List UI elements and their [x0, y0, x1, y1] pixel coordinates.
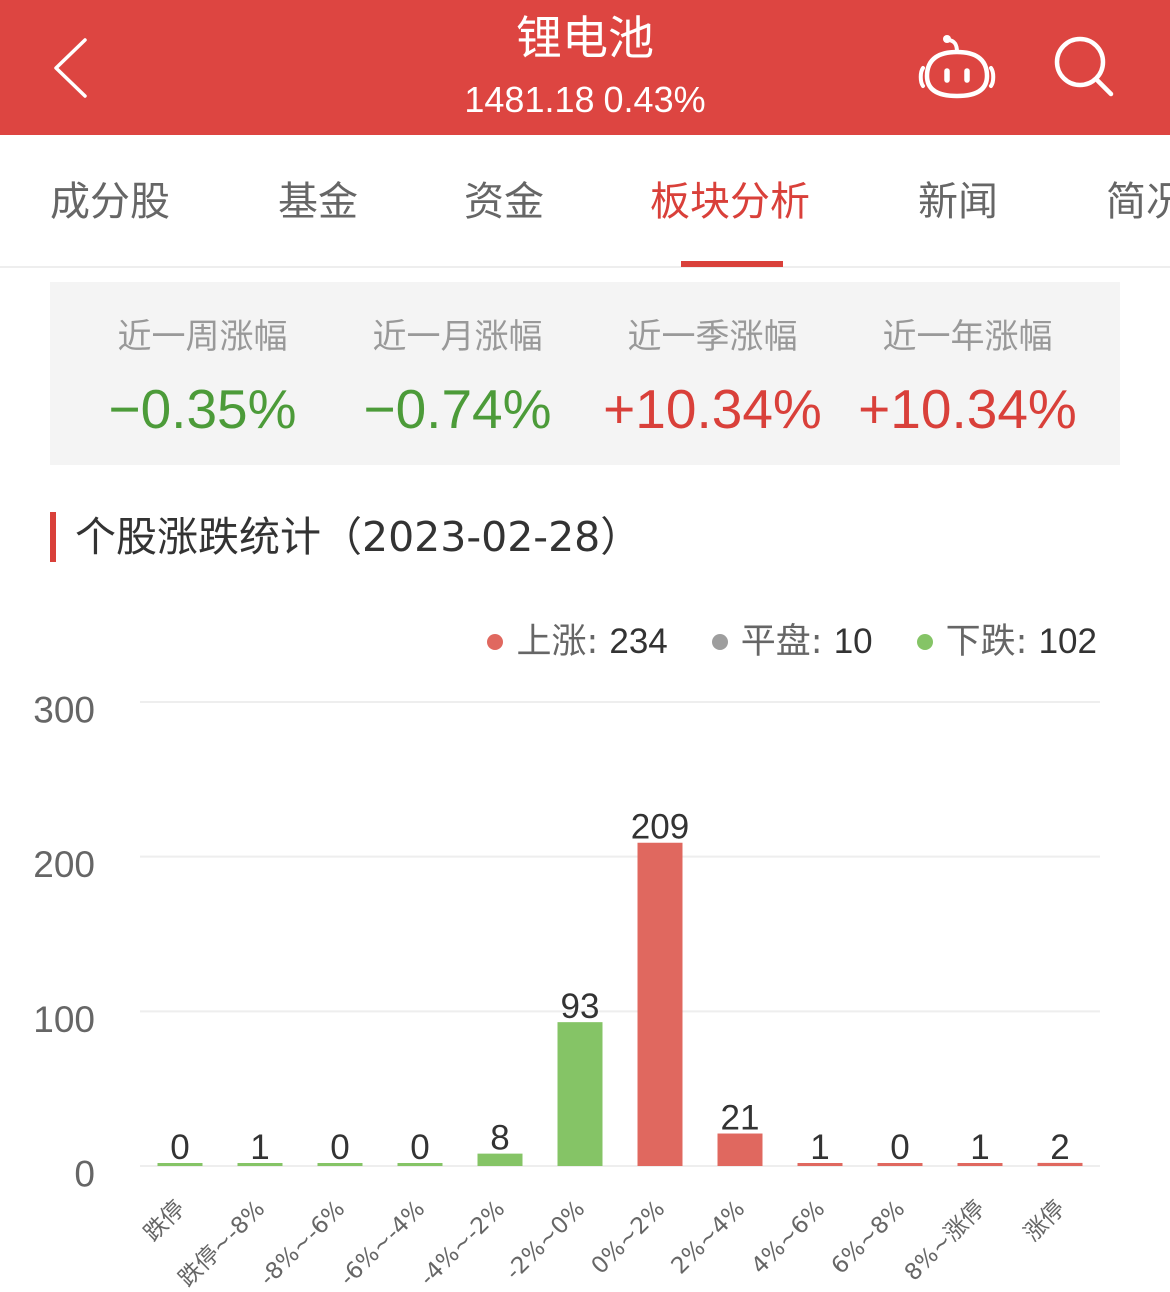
- x-tick-label: -6%~-4%: [335, 1196, 430, 1291]
- chart-legend: 上涨: 234 平盘: 10 下跌: 102: [487, 621, 1097, 663]
- perf-label: 近一周涨幅: [117, 317, 288, 357]
- bar-value-label: 1: [250, 1128, 269, 1167]
- index-change: 0.43%: [603, 79, 706, 120]
- legend-value: 102: [1038, 622, 1097, 661]
- bar-value-label: 0: [890, 1128, 909, 1167]
- bar-value-label: 93: [561, 987, 600, 1026]
- legend-separator: :: [586, 622, 610, 662]
- tab-funds[interactable]: 基金: [278, 181, 358, 223]
- tab-news[interactable]: 新闻: [918, 181, 998, 223]
- x-tick-label: 跌停: [139, 1196, 190, 1247]
- label-layer: 0 100 200 300 0 跌停 1 跌停~-8% 0 -8%~-6% 0 -6%~-4% 8 -4%…: [33, 690, 1070, 1292]
- bar-layer: [157, 842, 1083, 1166]
- bar[interactable]: [637, 842, 683, 1166]
- legend-label: 上涨: [516, 622, 587, 662]
- header-bar: 锂电池 1481.18 0.43%: [0, 0, 1170, 135]
- legend-dot-down: [916, 634, 933, 650]
- perf-month: 近一月涨幅 −0.74%: [330, 282, 585, 465]
- legend-value: 234: [609, 622, 668, 661]
- search-icon: [1054, 36, 1114, 97]
- performance-summary: 近一周涨幅 −0.35% 近一月涨幅 −0.74% 近一季涨幅 +10.34% …: [50, 282, 1120, 465]
- x-tick-label: 6%~8%: [827, 1196, 911, 1280]
- x-tick-label: 8%~涨停: [900, 1196, 990, 1286]
- section-title: 个股涨跌统计（2023-02-28）: [75, 513, 642, 561]
- y-tick-label: 200: [33, 844, 95, 885]
- y-tick-label: 100: [33, 999, 95, 1040]
- perf-value: −0.74%: [363, 378, 552, 440]
- legend-item-up: 上涨: 234: [487, 622, 668, 662]
- x-tick-label: -4%~-2%: [415, 1196, 510, 1291]
- perf-value: −0.35%: [108, 378, 297, 440]
- perf-value: +10.34%: [858, 378, 1077, 440]
- tab-constituents[interactable]: 成分股: [50, 181, 170, 223]
- active-tab-indicator: [681, 261, 783, 267]
- x-tick-label: 跌停~-8%: [174, 1196, 270, 1292]
- bar-value-label: 209: [631, 808, 689, 847]
- perf-quarter: 近一季涨幅 +10.34%: [585, 282, 840, 465]
- perf-label: 近一月涨幅: [372, 317, 543, 357]
- bar-chart: 0 100 200 300 0 跌停 1 跌停~-8% 0 -8%~-6% 0 -6%~-4% 8 -4%…: [33, 690, 1100, 1292]
- bar[interactable]: [717, 1133, 763, 1166]
- perf-year: 近一年涨幅 +10.34%: [840, 282, 1095, 465]
- bar[interactable]: [557, 1022, 603, 1166]
- perf-label: 近一季涨幅: [627, 317, 798, 357]
- robot-button[interactable]: [915, 30, 1000, 105]
- bar-value-label: 1: [810, 1128, 829, 1167]
- bar-value-label: 0: [410, 1128, 429, 1167]
- x-tick-label: 涨停: [1019, 1196, 1070, 1247]
- x-tick-label: 0%~2%: [587, 1196, 671, 1280]
- bar-value-label: 1: [970, 1128, 989, 1167]
- tab-bar: 成分股 基金 资金 板块分析 新闻 简况: [0, 135, 1170, 268]
- legend-dot-flat: [711, 634, 728, 650]
- legend-value: 10: [833, 622, 873, 661]
- grid-layer: [140, 701, 1100, 1167]
- legend-label: 平盘: [740, 622, 811, 662]
- legend-label: 下跌: [945, 622, 1016, 662]
- bar-value-label: 21: [721, 1099, 760, 1138]
- legend-separator: :: [1015, 622, 1039, 662]
- y-tick-label: 300: [33, 690, 95, 731]
- tab-sector-analysis[interactable]: 板块分析: [650, 181, 810, 223]
- perf-label: 近一年涨幅: [882, 317, 1053, 357]
- x-tick-label: -8%~-6%: [255, 1196, 350, 1291]
- bar-value-label: 0: [330, 1128, 349, 1167]
- legend-dot-up: [487, 634, 504, 650]
- x-tick-label: -2%~0%: [501, 1196, 590, 1285]
- legend-separator: :: [810, 622, 834, 662]
- legend-item-flat: 平盘: 10: [711, 622, 873, 662]
- tab-capital-flow[interactable]: 资金: [464, 181, 544, 223]
- x-tick-label: 2%~4%: [667, 1196, 751, 1280]
- perf-week: 近一周涨幅 −0.35%: [75, 282, 330, 465]
- perf-value: +10.34%: [603, 378, 822, 440]
- index-price: 1481.18: [464, 79, 595, 120]
- search-button[interactable]: [1050, 30, 1125, 105]
- tab-overview[interactable]: 简况: [1106, 181, 1170, 223]
- bar-value-label: 8: [490, 1119, 509, 1158]
- robot-icon: [918, 35, 996, 99]
- section-marker: [50, 512, 56, 562]
- legend-item-down: 下跌: 102: [916, 622, 1097, 662]
- bar-value-label: 0: [170, 1128, 189, 1167]
- y-tick-label: 0: [74, 1154, 95, 1195]
- x-tick-label: 4%~6%: [747, 1196, 831, 1280]
- bar-value-label: 2: [1050, 1128, 1069, 1167]
